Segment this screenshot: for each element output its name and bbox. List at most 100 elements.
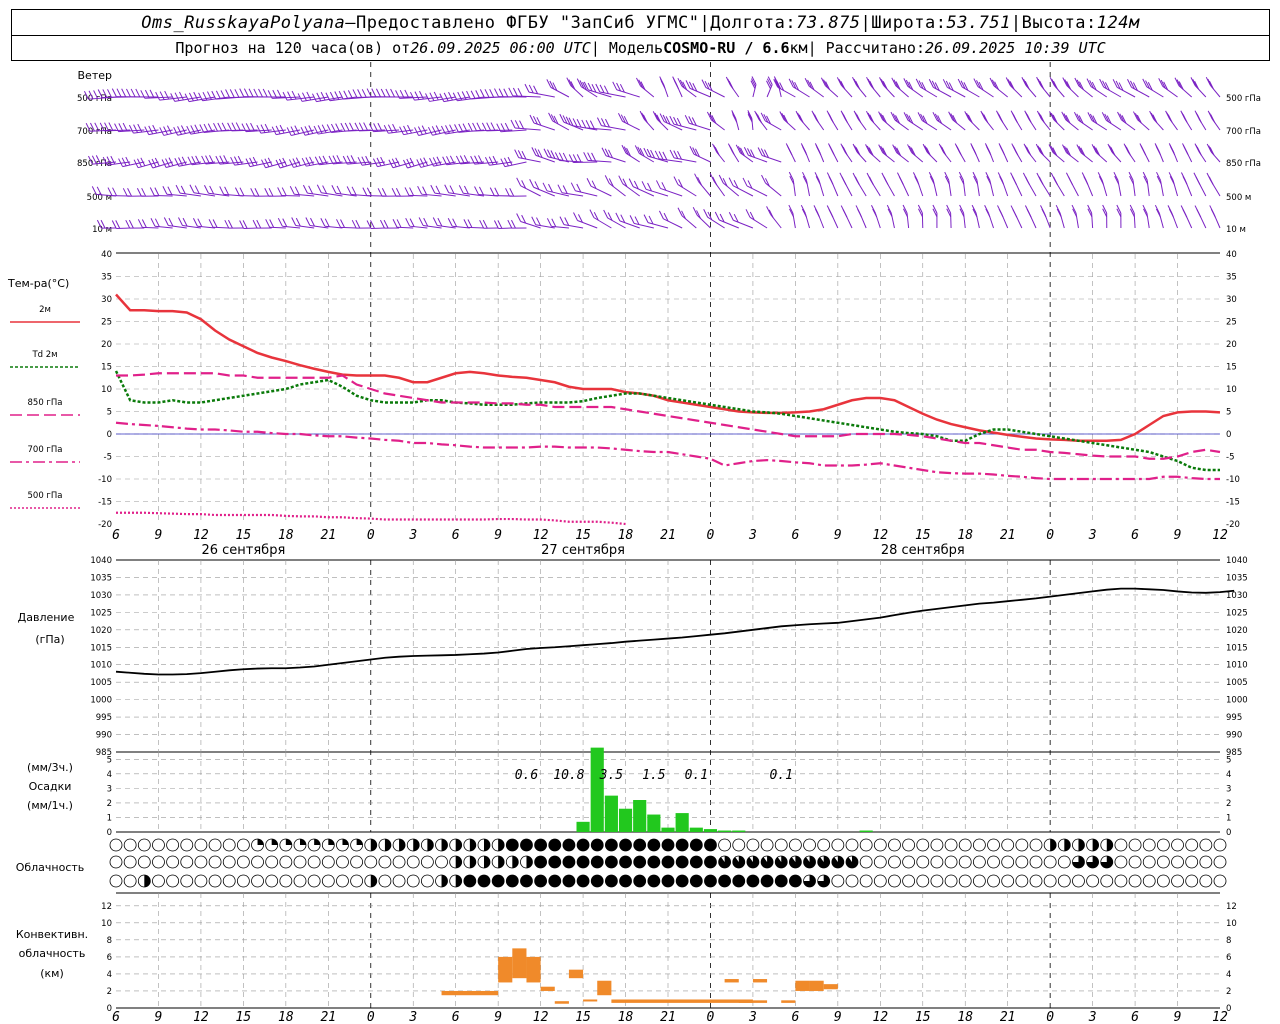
- wind-barb-feather: [998, 114, 1004, 123]
- cloud-circle: [265, 874, 279, 888]
- wind-barb-feather: [474, 186, 479, 195]
- wind-barb-feather: [277, 217, 283, 227]
- conv-bar: [738, 1000, 768, 1003]
- cloud-fill: [512, 856, 519, 868]
- x-tick-label-bottom: 3: [748, 1010, 757, 1024]
- conv-bar: [611, 999, 753, 1003]
- wind-barb-feather: [351, 219, 357, 229]
- cloud-circle: [1185, 838, 1199, 852]
- cloud-circle: [251, 855, 264, 869]
- wind-barb-feather: [383, 219, 389, 229]
- wind-barb-feather: [570, 182, 576, 191]
- pressure-tick-label: 1015: [90, 643, 112, 653]
- x-tick-label: 6: [791, 528, 799, 543]
- cloud-fill: [441, 875, 448, 887]
- wind-barb-feather: [677, 207, 683, 216]
- cloud-fill: [605, 839, 618, 851]
- conv-tick-label: 0: [107, 1004, 112, 1014]
- wind-barb-feather: [234, 89, 240, 98]
- wind-barb-feather: [130, 88, 136, 98]
- wind-barb-feather: [181, 156, 187, 166]
- wind-barb-feather: [249, 157, 255, 167]
- cloud-circle: [1100, 874, 1114, 888]
- cloud-circle: [1114, 874, 1128, 888]
- wind-barb-feather: [546, 218, 552, 227]
- temp-tick-label-right: -20: [1226, 520, 1240, 530]
- wind-barb-feather: [126, 88, 131, 98]
- wind-barb-feather: [224, 186, 230, 196]
- cloud-circle: [265, 855, 279, 869]
- wind-barb-feather: [405, 217, 411, 227]
- wind-barb-feather: [516, 213, 522, 222]
- wind-barb-feather: [310, 217, 315, 227]
- cloud-fill: [831, 855, 844, 868]
- temp-legend-label: 850 гПа: [28, 398, 63, 408]
- wind-barb: [681, 215, 697, 229]
- wind-barb-feather: [435, 125, 441, 134]
- precip-bar: [576, 821, 590, 832]
- x-tick-label-bottom: 15: [915, 1010, 931, 1024]
- wind-barb-feather: [320, 218, 326, 227]
- wind-barb-feather: [288, 159, 294, 168]
- pressure-tick-label: 995: [96, 713, 112, 723]
- wind-level-label-right: 500 гПа: [1226, 94, 1261, 104]
- wind-barb-feather: [133, 124, 139, 133]
- wind-barb-feather: [391, 188, 397, 197]
- wind-barb-feather: [452, 218, 458, 227]
- cloud-circle: [180, 874, 194, 888]
- cloud-circle: [208, 838, 222, 852]
- wind-barb-feather: [956, 146, 962, 156]
- cloud-fill: [520, 875, 533, 887]
- cloud-circle: [1029, 838, 1043, 852]
- temp-tick-label: 5: [107, 408, 112, 418]
- cloud-circle: [194, 855, 208, 869]
- cloud-circle: [109, 838, 123, 852]
- cloud-fill: [492, 875, 505, 887]
- cloud-circle: [1185, 855, 1199, 869]
- wind-barb: [962, 180, 966, 197]
- cloud-fill: [647, 839, 660, 851]
- cloud-fill: [484, 856, 490, 868]
- wind-barb-feather: [122, 188, 128, 197]
- cloud-fill: [662, 875, 674, 887]
- pressure-tick-label-right: 990: [1226, 731, 1242, 741]
- wind-barb-feather: [418, 217, 424, 226]
- wind-barb-feather: [912, 172, 918, 181]
- conv-bar: [540, 986, 555, 991]
- wind-barb-feather: [277, 187, 283, 196]
- wind-barb-feather: [361, 89, 367, 98]
- wind-barb-feather: [330, 123, 336, 133]
- cloud-fill: [548, 839, 561, 851]
- precip-tick-label-right: 1: [1226, 813, 1231, 823]
- wind-barb: [608, 182, 626, 197]
- cloud-circle: [944, 855, 958, 869]
- cloud-fill: [662, 856, 674, 868]
- wind-barb-feather: [385, 88, 391, 98]
- cloud-circle: [774, 838, 788, 852]
- wind-barb-feather: [1023, 78, 1029, 88]
- cloud-circle: [1185, 874, 1199, 888]
- wind-barb-feather: [430, 184, 436, 194]
- cloud-circle: [1001, 874, 1015, 888]
- wind-barb-feather: [264, 188, 270, 197]
- wind-barb-feather: [1208, 176, 1214, 185]
- cloud-fill: [591, 875, 604, 887]
- precip-bar: [590, 747, 604, 832]
- conv-bar: [512, 948, 527, 979]
- wind-barb-feather: [443, 92, 449, 102]
- wind-barb-feather: [581, 119, 587, 129]
- cloud-circle: [166, 838, 180, 852]
- pressure-tick-label-right: 1035: [1226, 573, 1248, 583]
- wind-barb-feather: [641, 181, 647, 190]
- wind-barb-feather: [416, 159, 422, 168]
- wind-barb-feather: [149, 187, 155, 196]
- wind-barb-feather: [714, 211, 720, 221]
- wind-barb-feather: [159, 91, 165, 100]
- wind-barb-feather: [508, 87, 514, 97]
- wind-barb-feather: [605, 118, 610, 128]
- wind-barb-feather: [998, 208, 1004, 218]
- conv-tick-label-right: 4: [1226, 970, 1231, 980]
- pressure-tick-label: 990: [96, 731, 112, 741]
- cloud-fill: [577, 856, 590, 868]
- wind-barb-feather: [349, 122, 354, 131]
